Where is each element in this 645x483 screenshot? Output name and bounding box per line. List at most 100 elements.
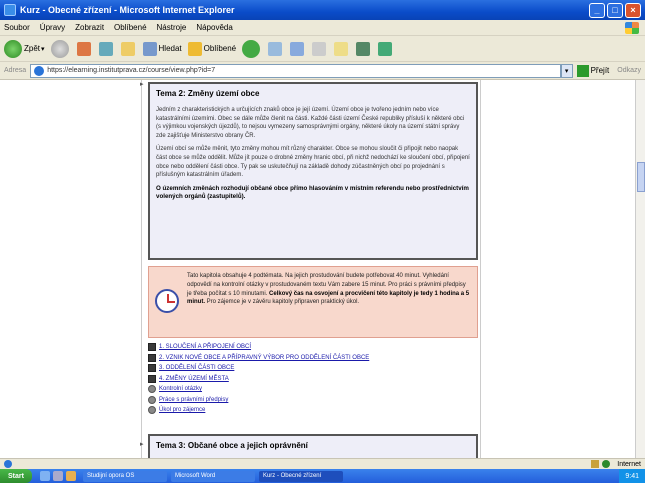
menu-view[interactable]: Zobrazit: [75, 23, 104, 32]
topic-2-paragraph-2: Území obcí se může měnit, tyto změny moh…: [156, 146, 470, 179]
scrollbar-thumb[interactable]: [637, 162, 645, 192]
address-dropdown-button[interactable]: ▾: [560, 63, 573, 78]
search-button[interactable]: Hledat: [142, 41, 182, 56]
list-item: 1. SLOUČENÍ A PŘIPOJENÍ OBCÍ: [148, 342, 478, 353]
resource-link-7[interactable]: Úkol pro zájemce: [159, 407, 205, 413]
quicklaunch-media-icon[interactable]: [65, 471, 76, 481]
document-icon: [148, 374, 156, 383]
status-bar: Internet: [0, 458, 645, 469]
security-zone-label: Internet: [617, 460, 641, 468]
windows-logo-icon: [625, 21, 639, 34]
taskbar: Start Studijní opora OS Microsoft Word K…: [0, 469, 645, 483]
page-icon: [34, 65, 45, 76]
menu-edit[interactable]: Úpravy: [40, 23, 65, 32]
mail-icon: [290, 41, 305, 56]
stop-icon: [76, 41, 91, 56]
taskbar-item-3[interactable]: Kurz - Obecné zřízení: [258, 470, 343, 482]
research-icon: [378, 41, 393, 56]
start-button[interactable]: Start: [0, 469, 32, 483]
messenger-icon: [356, 41, 371, 56]
quicklaunch-ie-icon[interactable]: [39, 471, 50, 481]
document-icon: [148, 364, 156, 373]
resource-link-3[interactable]: 3. ODDĚLENÍ ČÁSTI OBCE: [159, 365, 234, 371]
resource-link-6[interactable]: Práce s právními předpisy: [159, 397, 228, 403]
internet-zone-icon: [602, 460, 611, 468]
list-item: Práce s právními předpisy: [148, 395, 478, 406]
topic-2-paragraph-1: Jedním z charakteristických a určujících…: [156, 107, 465, 139]
resource-link-5[interactable]: Kontrolní otázky: [159, 386, 202, 392]
page-content: ▸ ▸ Tema 2: Změny území obce Jedním z ch…: [0, 80, 645, 458]
topic-2-resources: 1. SLOUČENÍ A PŘIPOJENÍ OBCÍ 2. VZNIK NO…: [148, 342, 478, 416]
quiz-icon: [148, 385, 156, 394]
resource-link-4[interactable]: 4. ZMĚNY ÚZEMÍ MĚSTA: [159, 376, 229, 382]
resource-link-2[interactable]: 2. VZNIK NOVÉ OBCE A PŘÍPRAVNÝ VÝBOR PRO…: [159, 355, 369, 361]
list-item: Kontrolní otázky: [148, 384, 478, 395]
quiz-icon: [148, 406, 156, 415]
topic-3-heading: Tema 3: Občané obce a jejich oprávnění: [156, 441, 308, 450]
star-icon: [187, 41, 202, 56]
quicklaunch-desktop-icon[interactable]: [52, 471, 63, 481]
home-button[interactable]: [120, 41, 137, 56]
print-button[interactable]: [312, 41, 328, 56]
menu-bar: Soubor Úpravy Zobrazit Oblíbené Nástroje…: [0, 20, 645, 36]
left-column-toggle-icon-bottom[interactable]: ▸: [140, 440, 144, 448]
forward-arrow-icon: [50, 39, 69, 58]
back-arrow-icon: [4, 39, 22, 58]
stop-button[interactable]: [76, 41, 93, 56]
topic-2-paragraph-3: O územních změnách rozhodují občané obce…: [156, 184, 469, 201]
media-button[interactable]: [242, 39, 262, 58]
media-icon: [242, 39, 261, 58]
list-item: Úkol pro zájemce: [148, 405, 478, 416]
title-bar: Kurz - Obecné zřízení - Microsoft Intern…: [0, 0, 645, 20]
close-button[interactable]: ×: [625, 2, 641, 18]
address-input[interactable]: https://elearning.institutprava.cz/cours…: [30, 63, 561, 78]
clock-icon: [155, 289, 179, 313]
refresh-button[interactable]: [98, 41, 115, 56]
go-button[interactable]: Přejít: [576, 64, 609, 77]
list-item: 3. ODDĚLENÍ ČÁSTI OBCE: [148, 363, 478, 374]
messenger-button[interactable]: [356, 41, 372, 56]
research-button[interactable]: [378, 41, 394, 56]
menu-favorites[interactable]: Oblíbené: [114, 23, 146, 32]
lock-icon: [591, 460, 600, 468]
topic-3-section: Tema 3: Občané obce a jejich oprávnění: [148, 434, 478, 458]
ie-icon: [4, 4, 16, 16]
home-icon: [120, 41, 135, 56]
system-tray-clock: 9:41: [619, 469, 645, 483]
window-title: Kurz - Obecné zřízení - Microsoft Intern…: [20, 5, 235, 15]
page-status-icon: [4, 460, 12, 468]
topic-2-section: Tema 2: Změny území obce Jedním z charak…: [148, 82, 478, 260]
menu-help[interactable]: Nápověda: [196, 23, 232, 32]
toolbar: Zpět ▾ Hledat Oblíbené: [0, 36, 645, 62]
taskbar-item-2[interactable]: Microsoft Word: [170, 470, 255, 482]
topic-2-heading: Tema 2: Změny území obce: [156, 89, 260, 98]
maximize-button[interactable]: □: [607, 2, 623, 18]
address-url: https://elearning.institutprava.cz/cours…: [47, 67, 216, 74]
history-button[interactable]: [268, 41, 284, 56]
right-column: [480, 80, 635, 458]
history-icon: [268, 41, 283, 56]
vertical-scrollbar[interactable]: [635, 80, 645, 458]
document-icon: [148, 343, 156, 352]
left-column-toggle-icon[interactable]: ▸: [140, 80, 144, 88]
resource-link-1[interactable]: 1. SLOUČENÍ A PŘIPOJENÍ OBCÍ: [159, 344, 251, 350]
list-item: 4. ZMĚNY ÚZEMÍ MĚSTA: [148, 374, 478, 385]
refresh-icon: [98, 41, 113, 56]
menu-file[interactable]: Soubor: [4, 23, 30, 32]
search-icon: [142, 41, 157, 56]
favorites-button[interactable]: Oblíbené: [187, 41, 236, 56]
mail-button[interactable]: [290, 41, 306, 56]
folder-button[interactable]: [334, 41, 350, 56]
document-icon: [148, 353, 156, 362]
links-button[interactable]: Odkazy: [617, 67, 641, 74]
taskbar-item-1[interactable]: Studijní opora OS: [82, 470, 167, 482]
quiz-icon: [148, 395, 156, 404]
course-main: Tema 2: Změny území obce Jedním z charak…: [148, 80, 478, 458]
menu-tools[interactable]: Nástroje: [157, 23, 187, 32]
minimize-button[interactable]: _: [589, 2, 605, 18]
time-info-text: Tato kapitola obsahuje 4 podtémata. Na j…: [187, 273, 470, 306]
go-arrow-icon: [576, 64, 589, 77]
back-button[interactable]: Zpět ▾: [4, 39, 45, 58]
printer-icon: [312, 41, 327, 56]
forward-button[interactable]: [50, 39, 71, 58]
